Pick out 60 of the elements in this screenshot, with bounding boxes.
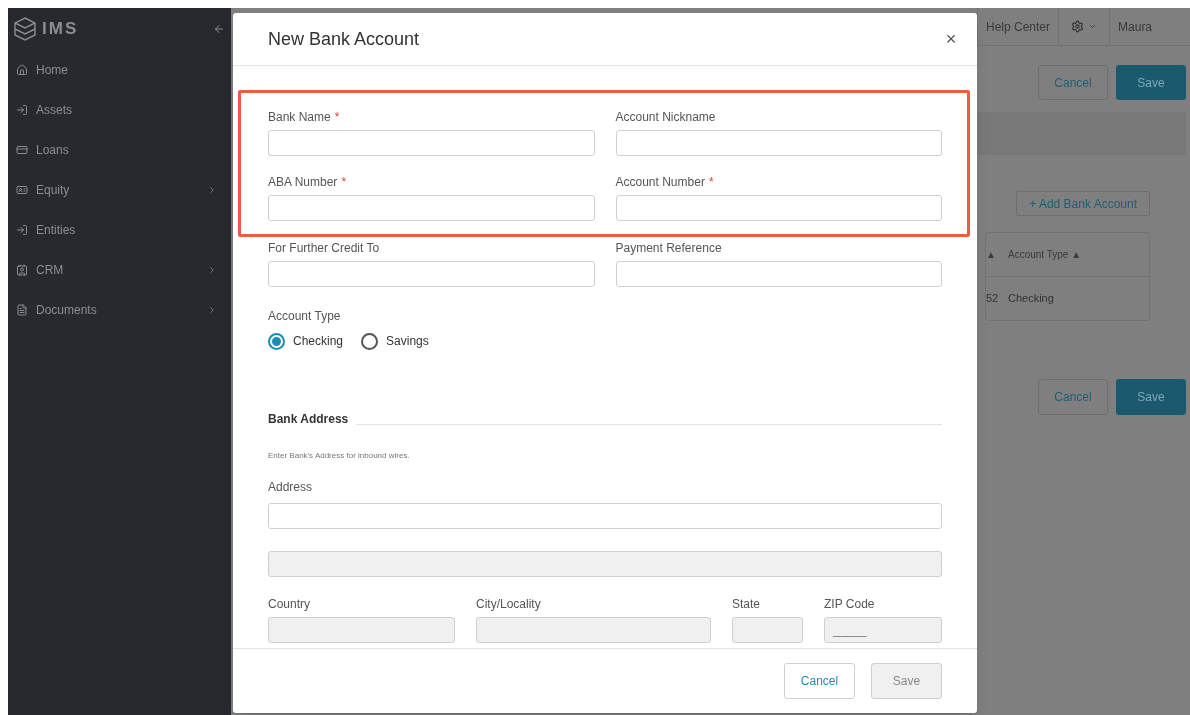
section-title: Bank Address <box>268 411 349 428</box>
sidebar-item[interactable]: Documents <box>8 290 231 330</box>
menu-icon <box>16 104 28 116</box>
menu-icon <box>16 264 28 276</box>
field-label: City/Locality <box>476 595 541 613</box>
save-button[interactable]: Save <box>1116 379 1186 415</box>
field-label: Account Number <box>615 173 705 191</box>
table-cell-text: Checking <box>1008 291 1054 307</box>
column-header[interactable]: Account Type ▲ <box>1008 247 1082 262</box>
logo-icon <box>14 17 36 41</box>
sidebar-item[interactable]: Assets <box>8 90 231 130</box>
input-field[interactable] <box>268 503 942 529</box>
input-field[interactable] <box>268 261 595 287</box>
field-label: State <box>732 595 761 613</box>
column-header[interactable]: ▲ <box>986 247 1008 262</box>
field-label: Account Nickname <box>615 108 716 126</box>
sidebar-item[interactable]: Home <box>8 50 231 90</box>
hint-text: Enter Bank's Address for inbound wires. <box>268 450 411 462</box>
radio-button[interactable] <box>361 332 379 350</box>
caret-icon <box>1088 22 1098 31</box>
menu-icon <box>16 224 28 236</box>
user-menu[interactable]: Maura <box>1110 17 1153 36</box>
input-field[interactable] <box>615 261 942 287</box>
field-label: ABA Number <box>268 173 338 191</box>
field-label: Address <box>268 479 314 496</box>
required-mark: * <box>334 108 340 126</box>
chevron-icon <box>207 265 217 275</box>
sidebar-item[interactable]: Loans <box>8 130 231 170</box>
radio-button[interactable] <box>268 332 285 350</box>
menu-icon <box>16 184 28 196</box>
radio-option[interactable]: Checking <box>268 332 344 350</box>
field-label: Bank Name <box>268 108 331 126</box>
required-mark: * <box>341 173 347 191</box>
sidebar-item[interactable]: Equity <box>8 170 231 210</box>
field-label: Account Type <box>268 308 342 325</box>
menu-icon <box>16 304 28 316</box>
input-field[interactable] <box>268 130 595 156</box>
chevron-icon <box>207 185 217 195</box>
input-field[interactable] <box>268 195 595 221</box>
menu-icon <box>16 144 28 156</box>
input-field[interactable] <box>615 195 942 221</box>
settings-icon[interactable] <box>1071 20 1085 33</box>
required-mark: * <box>708 173 714 191</box>
cancel-button[interactable]: Cancel <box>784 663 855 699</box>
field-label: Payment Reference <box>615 239 722 257</box>
chevron-icon <box>207 305 217 315</box>
input-field[interactable] <box>615 130 942 156</box>
menu-icon <box>16 64 28 76</box>
collapse-icon[interactable] <box>213 23 225 35</box>
field-label: Country <box>268 595 311 613</box>
table-cell-text: 52 <box>986 291 1000 307</box>
radio-option[interactable]: Savings <box>361 332 429 350</box>
sidebar-item[interactable]: Entities <box>8 210 231 250</box>
logo-text: IMS <box>42 18 79 41</box>
sidebar-item[interactable]: CRM <box>8 250 231 290</box>
close-button[interactable]: × <box>941 29 961 49</box>
field-label: ZIP Code <box>824 595 875 613</box>
save-button[interactable]: Save <box>1116 65 1186 100</box>
field-label: For Further Credit To <box>268 239 380 257</box>
modal-title: New Bank Account <box>268 27 420 51</box>
